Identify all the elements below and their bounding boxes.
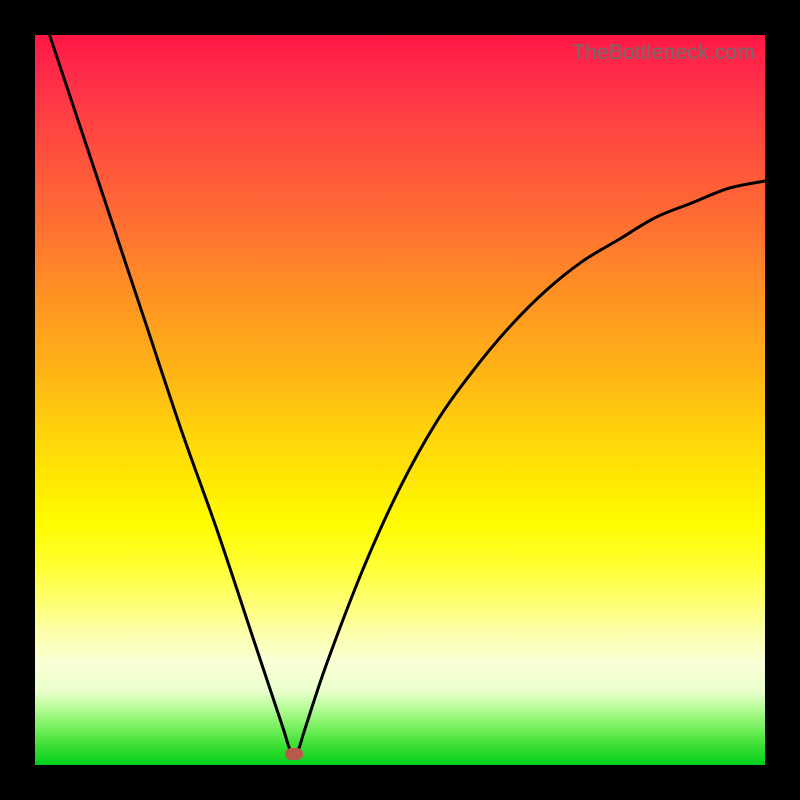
chart-frame: TheBottleneck.com <box>0 0 800 800</box>
plot-area: TheBottleneck.com <box>35 35 765 765</box>
bottleneck-curve <box>50 35 765 753</box>
optimal-marker <box>285 748 303 760</box>
chart-svg <box>35 35 765 765</box>
